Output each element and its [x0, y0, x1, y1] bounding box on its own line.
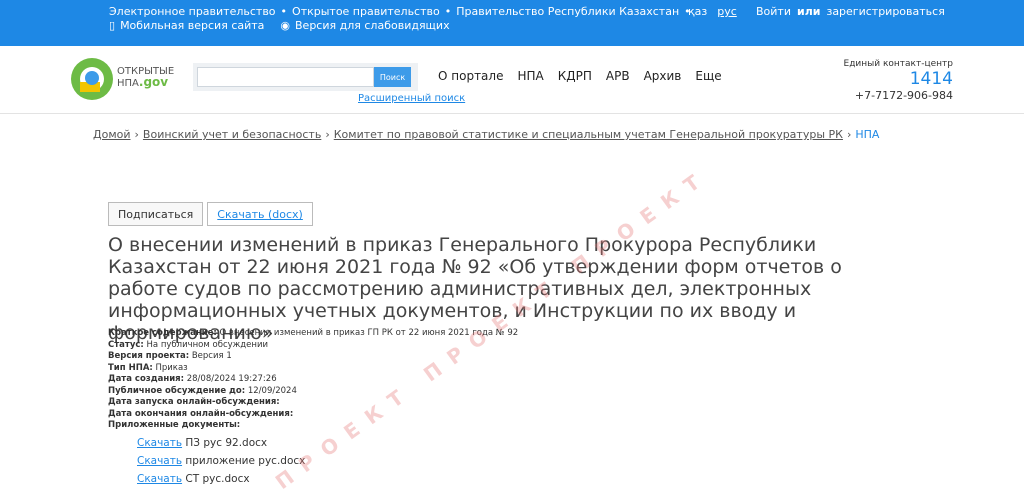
register-link[interactable]: зарегистрироваться [826, 5, 944, 18]
lang-ru[interactable]: рус [717, 5, 737, 18]
list-item: Скачать СТ рус.docx [137, 473, 250, 485]
or-text: или [796, 5, 821, 18]
meta-row-online-start: Дата запуска онлайн-обсуждения: [108, 397, 280, 407]
breadcrumb: Домой › Воинский учет и безопасность › К… [93, 128, 880, 141]
search-box: Поиск [193, 63, 418, 91]
meta-row-status: Статус: На публичном обсуждении [108, 339, 269, 350]
crumb-category[interactable]: Воинский учет и безопасность [143, 128, 321, 141]
meta-row-online-end: Дата окончания онлайн-обсуждения: [108, 408, 294, 419]
impaired-version-link[interactable]: ◉ Версия для слабовидящих [280, 19, 449, 32]
list-item: Скачать ПЗ рус 92.docx [137, 437, 268, 449]
search-button[interactable]: Поиск [374, 67, 411, 87]
action-buttons: Подписаться Скачать (docx) [108, 202, 313, 226]
crumb-home[interactable]: Домой [93, 128, 131, 141]
nav-kdrp[interactable]: КДРП [558, 69, 592, 83]
download-link[interactable]: Скачать [137, 455, 182, 467]
meta-row-discussion-until: Публичное обсуждение до: 12/09/2024 [108, 385, 297, 396]
project-meta: Краткое содержание: О внесении изменений… [108, 328, 518, 432]
main-nav: О портале НПА КДРП АРВ Архив Еще [438, 69, 722, 83]
download-docx-button[interactable]: Скачать (docx) [207, 202, 313, 226]
subscribe-button[interactable]: Подписаться [108, 202, 204, 226]
search-input[interactable] [197, 67, 374, 87]
link-open-gov[interactable]: Открытое правительство [292, 5, 440, 18]
crumb-current[interactable]: НПА [855, 128, 879, 141]
eye-icon: ◉ [280, 19, 291, 32]
language-switch: қаз рус [688, 5, 737, 18]
logo-line2: НПА [117, 78, 139, 89]
meta-row-attachments: Приложенные документы: [108, 420, 241, 430]
attached-documents: Скачать ПЗ рус 92.docx Скачать приложени… [137, 434, 305, 488]
list-item: Скачать приложение рус.docx [137, 455, 306, 467]
login-link[interactable]: Войти [756, 5, 791, 18]
advanced-search-link[interactable]: Расширенный поиск [358, 93, 465, 104]
nav-archive[interactable]: Архив [644, 69, 682, 83]
link-egov[interactable]: Электронное правительство [109, 5, 276, 18]
contact-phone[interactable]: +7-7172-906-984 [844, 89, 953, 102]
mobile-version-link[interactable]: ▯ Мобильная версия сайта [109, 19, 264, 32]
meta-row-created: Дата создания: 28/08/2024 19:27:26 [108, 374, 277, 384]
meta-row-version: Версия проекта: Версия 1 [108, 351, 232, 361]
meta-row-type: Тип НПА: Приказ [108, 362, 188, 373]
auth-links: Войти или зарегистрироваться [756, 5, 945, 18]
download-link[interactable]: Скачать [137, 437, 182, 449]
contact-number[interactable]: 1414 [844, 69, 953, 89]
nav-more[interactable]: Еще [695, 69, 721, 83]
nav-npa[interactable]: НПА [517, 69, 543, 83]
nav-arv[interactable]: АРВ [606, 69, 630, 83]
nav-about[interactable]: О портале [438, 69, 503, 83]
contact-label: Единый контакт-центр [843, 59, 953, 69]
lang-kz[interactable]: қаз [688, 5, 707, 18]
logo-gov: .gov [138, 75, 169, 89]
phone-icon: ▯ [109, 19, 116, 32]
meta-row-summary: Краткое содержание: О внесении изменений… [108, 328, 519, 338]
gov-links: Электронное правительство • Открытое пра… [109, 5, 691, 18]
link-gov-rk[interactable]: Правительство Республики Казахстан [456, 5, 679, 18]
top-bar: Электронное правительство • Открытое пра… [0, 0, 1024, 46]
site-logo[interactable]: ОТКРЫТЫЕ НПА.gov [70, 56, 190, 102]
download-link[interactable]: Скачать [137, 473, 182, 485]
contact-center: Единый контакт-центр 1414 +7-7172-906-98… [844, 59, 953, 102]
crumb-committee[interactable]: Комитет по правовой статистике и специал… [334, 128, 843, 141]
